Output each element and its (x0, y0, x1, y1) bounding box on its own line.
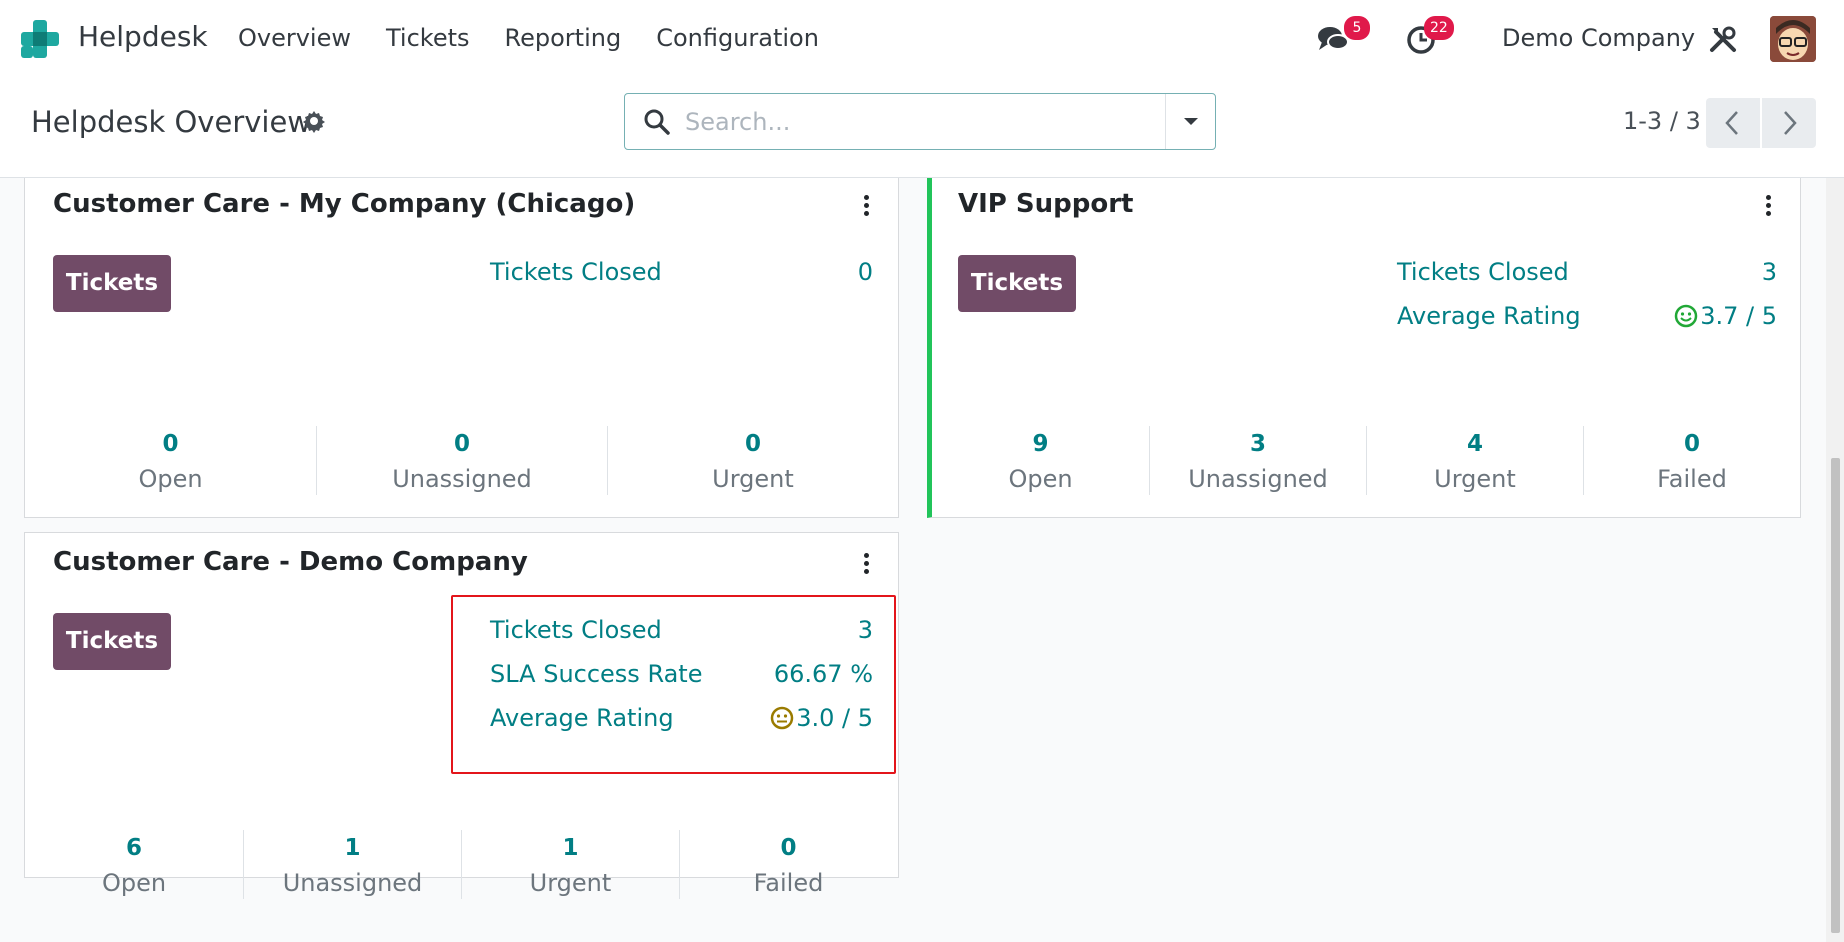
counter-label: Urgent (529, 869, 612, 897)
highlight-box (451, 595, 896, 774)
team-card-vip-support[interactable]: VIP Support Tickets Tickets Closed 3 Ave… (927, 178, 1801, 518)
card-menu-icon[interactable] (864, 195, 870, 217)
counter-open[interactable]: 0 Open (25, 426, 316, 495)
counter-failed[interactable]: 0 Failed (1583, 426, 1800, 495)
counter-label: Open (1008, 465, 1073, 493)
avatar-face-icon (1770, 16, 1816, 62)
counter-label: Failed (753, 869, 824, 897)
team-name[interactable]: VIP Support (958, 189, 1133, 219)
card-menu-icon[interactable] (1766, 195, 1772, 217)
menu-overview[interactable]: Overview (238, 24, 351, 52)
chevron-right-icon (1784, 111, 1797, 135)
page-title: Helpdesk Overview (31, 105, 312, 139)
counter-unassigned[interactable]: 1 Unassigned (243, 830, 461, 899)
helpdesk-logo-icon[interactable] (20, 19, 60, 59)
control-panel: Helpdesk Overview 1-3 / 3 (0, 77, 1844, 178)
team-card-chicago[interactable]: Customer Care - My Company (Chicago) Tic… (24, 178, 899, 518)
team-card-demo-company[interactable]: Customer Care - Demo Company Tickets Tic… (24, 532, 899, 899)
search-icon (644, 109, 670, 135)
pager-next-button[interactable] (1762, 98, 1816, 148)
stat-label: Average Rating (1397, 302, 1581, 330)
counter-value: 4 (1466, 431, 1483, 457)
counter-label: Unassigned (282, 869, 423, 897)
search-bar (624, 93, 1216, 150)
menu-reporting[interactable]: Reporting (505, 24, 622, 52)
stat-value: 0 (857, 258, 873, 286)
vertical-scrollbar[interactable] (1826, 178, 1844, 942)
counter-urgent[interactable]: 0 Urgent (607, 426, 898, 495)
counter-unassigned[interactable]: 0 Unassigned (316, 426, 607, 495)
counters-row: 6 Open 1 Unassigned 1 Urgent 0 Failed (25, 830, 898, 899)
stat-label: Tickets Closed (1397, 258, 1569, 286)
counters-row: 9 Open 3 Unassigned 4 Urgent 0 Failed (932, 426, 1800, 495)
app-name[interactable]: Helpdesk (78, 20, 208, 53)
counter-value: 0 (162, 431, 179, 457)
tickets-button[interactable]: Tickets (958, 255, 1076, 312)
stat-value: 3.7 / 5 (1700, 302, 1777, 330)
stat-tickets-closed[interactable]: Tickets Closed 3 (1397, 258, 1777, 288)
stat-value-wrap: 3.7 / 5 (1674, 302, 1777, 330)
card-menu-icon[interactable] (864, 553, 870, 575)
tickets-button[interactable]: Tickets (53, 255, 171, 312)
user-avatar[interactable] (1770, 16, 1816, 62)
team-name[interactable]: Customer Care - My Company (Chicago) (53, 189, 635, 219)
counter-value: 6 (125, 835, 142, 861)
counter-label: Unassigned (392, 465, 532, 493)
tickets-button[interactable]: Tickets (53, 613, 171, 670)
kanban-view: Customer Care - My Company (Chicago) Tic… (0, 178, 1844, 942)
gear-icon[interactable] (302, 109, 326, 133)
counter-value: 9 (1032, 431, 1049, 457)
counter-value: 1 (344, 835, 361, 861)
team-name[interactable]: Customer Care - Demo Company (53, 547, 528, 577)
smile-icon (1674, 304, 1698, 328)
counter-value: 0 (744, 431, 761, 457)
activities-badge: 22 (1424, 16, 1454, 40)
stat-value: 3 (1761, 258, 1777, 286)
counter-urgent[interactable]: 4 Urgent (1366, 426, 1583, 495)
counter-label: Open (138, 465, 203, 493)
counter-value: 3 (1249, 431, 1266, 457)
counter-label: Unassigned (1188, 465, 1328, 493)
stat-label: Tickets Closed (490, 258, 662, 286)
counter-label: Open (101, 869, 167, 897)
menu-configuration[interactable]: Configuration (656, 24, 819, 52)
stat-average-rating[interactable]: Average Rating 3.7 / 5 (1397, 302, 1777, 332)
caret-down-icon (1184, 118, 1198, 125)
top-navbar: Helpdesk Overview Tickets Reporting Conf… (0, 0, 1844, 77)
pager-value[interactable]: 1-3 / 3 (1623, 107, 1701, 135)
counter-urgent[interactable]: 1 Urgent (461, 830, 679, 899)
counter-failed[interactable]: 0 Failed (679, 830, 897, 899)
messages-badge: 5 (1344, 16, 1370, 40)
counter-unassigned[interactable]: 3 Unassigned (1149, 426, 1366, 495)
counter-label: Urgent (1434, 465, 1516, 493)
search-options-toggle[interactable] (1165, 94, 1215, 149)
pager-previous-button[interactable] (1706, 98, 1760, 148)
counters-row: 0 Open 0 Unassigned 0 Urgent (25, 426, 898, 495)
counter-label: Urgent (712, 465, 794, 493)
search-input[interactable] (685, 104, 1185, 140)
stat-tickets-closed[interactable]: Tickets Closed 0 (490, 258, 873, 288)
counter-open[interactable]: 9 Open (932, 426, 1149, 495)
counter-value: 1 (562, 835, 579, 861)
counter-open[interactable]: 6 Open (25, 830, 243, 899)
debug-tools-icon[interactable] (1708, 24, 1738, 54)
counter-value: 0 (780, 835, 797, 861)
scrollbar-thumb[interactable] (1831, 458, 1840, 933)
chevron-left-icon (1725, 111, 1738, 135)
counter-label: Failed (1657, 465, 1727, 493)
main-menu: Overview Tickets Reporting Configuration (238, 24, 854, 52)
menu-tickets[interactable]: Tickets (386, 24, 470, 52)
counter-value: 0 (1683, 431, 1700, 457)
counter-value: 0 (453, 431, 470, 457)
company-switcher[interactable]: Demo Company (1502, 24, 1695, 52)
